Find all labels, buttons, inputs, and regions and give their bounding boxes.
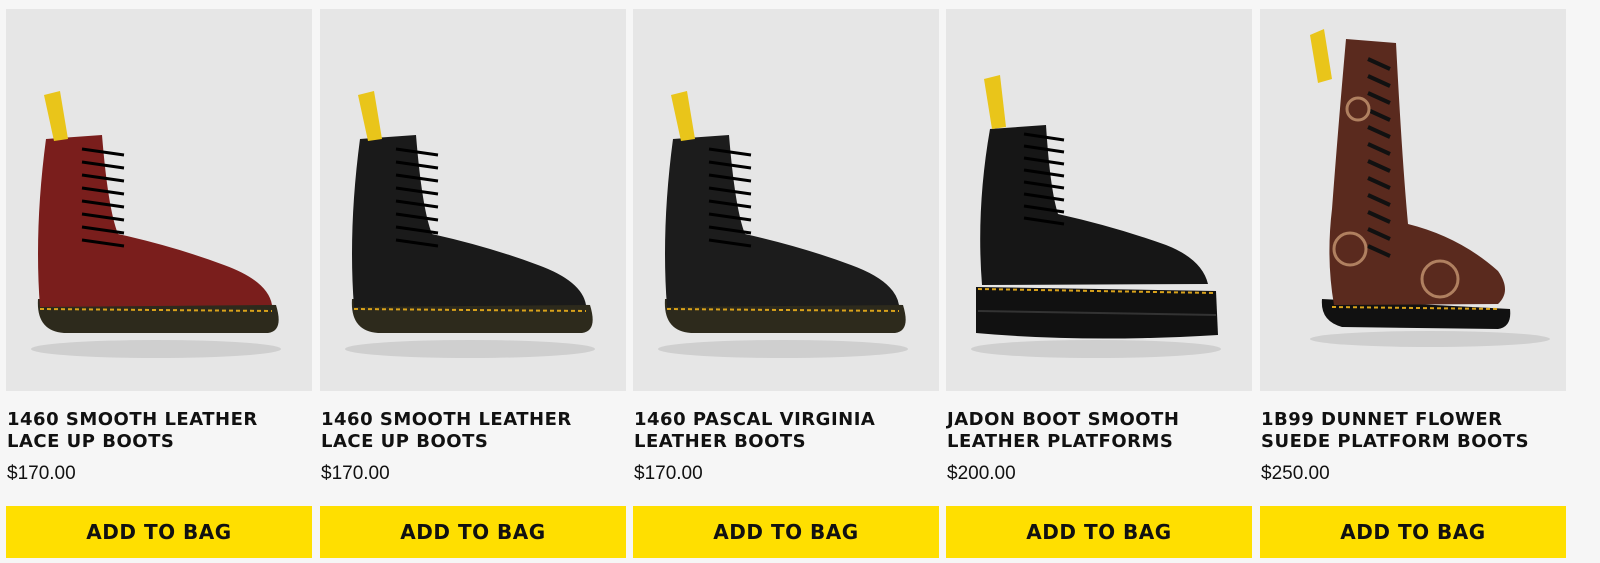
- add-to-bag-button[interactable]: ADD TO BAG: [1260, 506, 1566, 558]
- product-title[interactable]: 1B99 DUNNET FLOWER SUEDE PLATFORM BOOTS: [1261, 409, 1561, 453]
- product-image[interactable]: [320, 9, 626, 391]
- product-price: $170.00: [7, 463, 76, 484]
- product-grid: 1460 SMOOTH LEATHER LACE UP BOOTS $170.0…: [0, 0, 1600, 563]
- product-image[interactable]: [6, 9, 312, 391]
- product-card: 1460 PASCAL VIRGINIA LEATHER BOOTS $170.…: [633, 9, 939, 560]
- product-image[interactable]: [1260, 9, 1566, 391]
- product-card: JADON BOOT SMOOTH LEATHER PLATFORMS $200…: [946, 9, 1252, 560]
- boot-illustration: [971, 75, 1221, 358]
- add-to-bag-button[interactable]: ADD TO BAG: [6, 506, 312, 558]
- boot-illustration: [345, 91, 595, 358]
- product-image[interactable]: [633, 9, 939, 391]
- product-card: 1460 SMOOTH LEATHER LACE UP BOOTS $170.0…: [320, 9, 626, 560]
- product-title[interactable]: 1460 SMOOTH LEATHER LACE UP BOOTS: [7, 409, 307, 453]
- product-card: 1B99 DUNNET FLOWER SUEDE PLATFORM BOOTS …: [1260, 9, 1566, 560]
- boot-illustration: [31, 91, 281, 358]
- product-price: $170.00: [321, 463, 390, 484]
- product-price: $200.00: [947, 463, 1016, 484]
- add-to-bag-button[interactable]: ADD TO BAG: [946, 506, 1252, 558]
- product-card: 1460 SMOOTH LEATHER LACE UP BOOTS $170.0…: [6, 9, 312, 560]
- product-title[interactable]: 1460 PASCAL VIRGINIA LEATHER BOOTS: [634, 409, 934, 453]
- add-to-bag-button[interactable]: ADD TO BAG: [320, 506, 626, 558]
- product-title[interactable]: 1460 SMOOTH LEATHER LACE UP BOOTS: [321, 409, 621, 453]
- add-to-bag-button[interactable]: ADD TO BAG: [633, 506, 939, 558]
- boot-illustration: [658, 91, 908, 358]
- product-title[interactable]: JADON BOOT SMOOTH LEATHER PLATFORMS: [947, 409, 1247, 453]
- boot-illustration: [1310, 29, 1550, 347]
- product-image[interactable]: [946, 9, 1252, 391]
- product-price: $170.00: [634, 463, 703, 484]
- product-price: $250.00: [1261, 463, 1330, 484]
